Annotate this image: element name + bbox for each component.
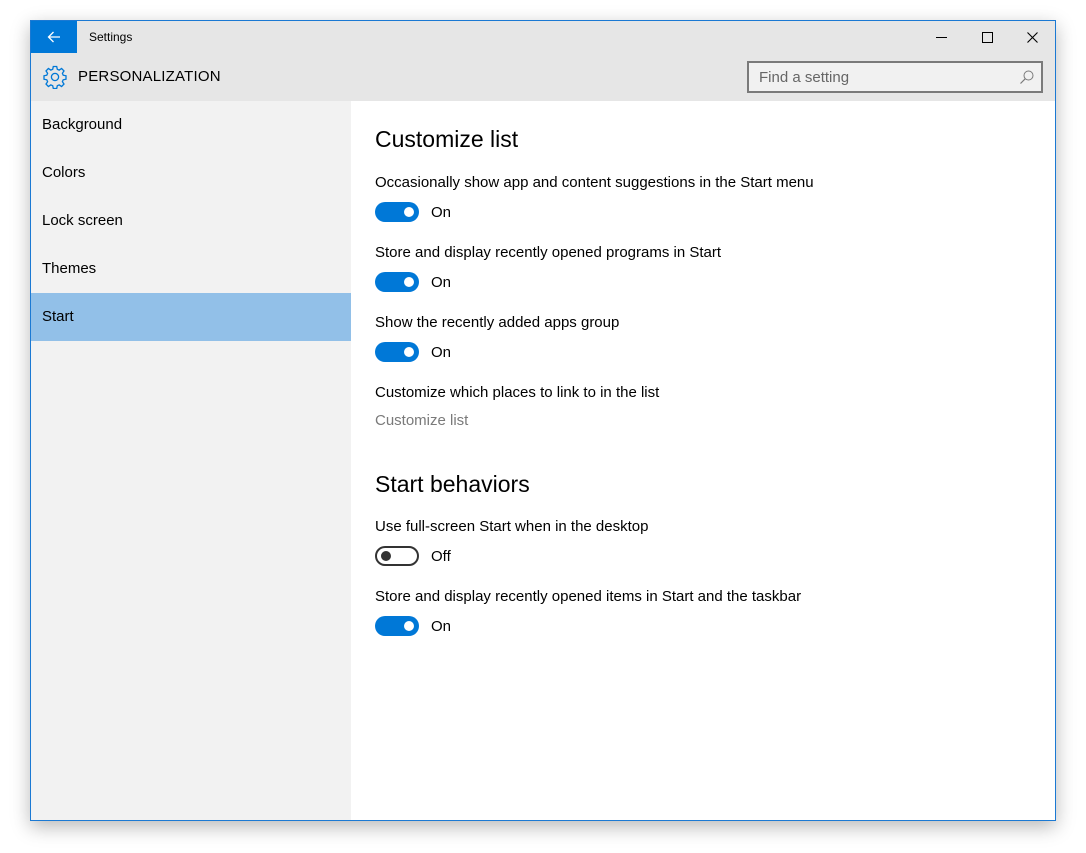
toggle-state-label: On (431, 617, 452, 635)
search-box[interactable] (747, 61, 1043, 93)
gear-icon (43, 65, 67, 89)
setting-recent-programs: On (375, 272, 451, 292)
customize-list-link[interactable]: Customize list (375, 412, 468, 429)
setting-recently-added: On (375, 342, 451, 362)
section-title-start-behaviors: Start behaviors (375, 471, 530, 497)
customize-places-label: Customize which places to link to in the… (375, 384, 660, 401)
toggle-recent-programs[interactable] (375, 272, 419, 292)
minimize-button[interactable] (918, 21, 964, 53)
toggle-knob (381, 551, 391, 561)
toggle-knob (404, 277, 414, 287)
minimize-icon (935, 36, 947, 38)
title-bar: Settings (31, 21, 1055, 53)
setting-full-screen: Off (375, 546, 451, 566)
back-button[interactable] (31, 21, 77, 53)
toggle-knob (404, 347, 414, 357)
setting-label-suggestions: Occasionally show app and content sugges… (375, 174, 814, 191)
maximize-button[interactable] (964, 21, 1010, 53)
sidebar-item-colors[interactable]: Colors (31, 149, 351, 197)
toggle-knob (404, 621, 414, 631)
toggle-recent-items[interactable] (375, 616, 419, 636)
setting-label-full-screen: Use full-screen Start when in the deskto… (375, 518, 649, 535)
sidebar: Background Colors Lock screen Themes Sta… (31, 101, 351, 820)
setting-recent-items: On (375, 616, 451, 636)
main-content: Customize list Occasionally show app and… (375, 101, 1055, 820)
page-header: PERSONALIZATION (31, 53, 1055, 101)
search-icon[interactable] (1019, 69, 1035, 85)
search-input[interactable] (749, 63, 1009, 91)
setting-suggestions: On (375, 202, 451, 222)
toggle-state-label: On (431, 273, 452, 291)
toggle-recently-added[interactable] (375, 342, 419, 362)
sidebar-item-themes[interactable]: Themes (31, 245, 351, 293)
arrow-left-icon (47, 31, 60, 43)
setting-label-recent-programs: Store and display recently opened progra… (375, 244, 722, 261)
toggle-state-label: On (431, 343, 452, 361)
settings-window: Settings PERSONALIZATION Background Colo… (30, 20, 1056, 821)
toggle-knob (404, 207, 414, 217)
section-title-customize-list: Customize list (375, 126, 519, 152)
page-title: PERSONALIZATION (78, 68, 221, 85)
toggle-full-screen[interactable] (375, 546, 419, 566)
setting-label-recently-added: Show the recently added apps group (375, 314, 620, 331)
window-title: Settings (89, 30, 133, 44)
sidebar-item-background[interactable]: Background (31, 101, 351, 149)
sidebar-item-lock-screen[interactable]: Lock screen (31, 197, 351, 245)
setting-label-recent-items: Store and display recently opened items … (375, 588, 802, 605)
maximize-icon (981, 31, 993, 43)
toggle-state-label: Off (431, 547, 451, 565)
close-button[interactable] (1009, 21, 1055, 53)
close-icon (1026, 31, 1038, 43)
toggle-suggestions[interactable] (375, 202, 419, 222)
toggle-state-label: On (431, 203, 452, 221)
sidebar-item-start[interactable]: Start (31, 293, 351, 341)
